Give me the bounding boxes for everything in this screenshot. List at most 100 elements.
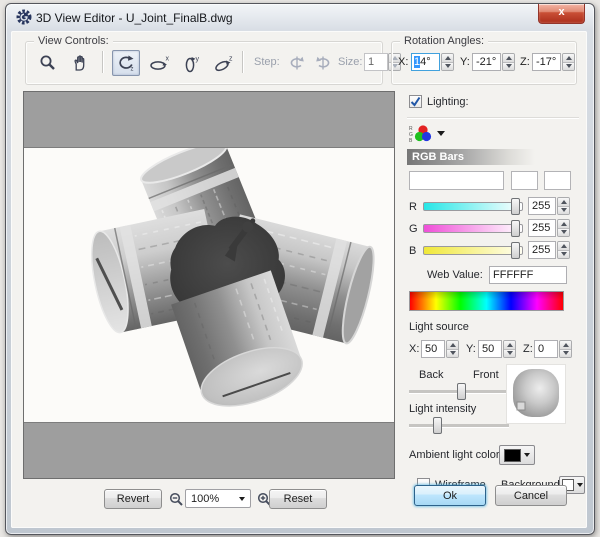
back-label: Back — [419, 369, 444, 381]
r-value-input[interactable] — [528, 197, 556, 215]
title-bar[interactable]: 3D View Editor - U_Joint_FinalB.dwg x — [6, 4, 594, 31]
r-spinner[interactable] — [557, 197, 570, 215]
color-swatch-main[interactable] — [409, 171, 504, 190]
rotation-z-spinner[interactable] — [562, 53, 575, 71]
r-slider-track[interactable] — [423, 202, 523, 211]
ambient-light-label: Ambient light color — [409, 449, 500, 461]
app-icon — [16, 9, 32, 25]
color-mode-dropdown[interactable]: R G B — [409, 123, 447, 146]
b-value-input[interactable] — [528, 241, 556, 259]
step-label: Step: — [254, 56, 280, 68]
svg-text:B: B — [409, 138, 413, 143]
color-swatch-tertiary[interactable] — [544, 171, 571, 190]
zoom-tool-button[interactable] — [34, 50, 62, 76]
free-rotate-button[interactable]: z — [112, 50, 140, 76]
intensity-slider-thumb[interactable] — [433, 417, 442, 434]
lighting-panel: Lighting: R G B RGB Bars R 255 G 255 B 2… — [407, 91, 585, 494]
zoom-out-button[interactable] — [167, 490, 185, 508]
b-channel-label: B — [409, 245, 417, 257]
rotate-y-button[interactable]: y — [178, 50, 206, 76]
magnifier-icon — [40, 55, 55, 70]
web-value-input[interactable] — [489, 266, 567, 284]
rotate-z-icon: z — [215, 55, 233, 71]
rotation-x-input[interactable]: 1 4° — [411, 53, 440, 71]
b-slider-track[interactable] — [423, 246, 523, 255]
zoom-level-combobox[interactable]: 100% — [185, 489, 251, 508]
r-slider-thumb[interactable] — [511, 198, 520, 215]
g-spinner[interactable] — [557, 219, 570, 237]
light-x-label: X: — [409, 343, 420, 355]
rotation-y-input[interactable] — [472, 53, 501, 71]
rotate-y-icon: y — [185, 56, 200, 72]
g-slider-track[interactable] — [423, 224, 523, 233]
light-z-input[interactable] — [534, 340, 558, 358]
svg-text:z: z — [131, 66, 134, 72]
b-spinner[interactable] — [557, 241, 570, 259]
ok-button[interactable]: Ok — [414, 485, 486, 506]
lighting-checkbox[interactable] — [409, 95, 422, 108]
separator — [407, 117, 579, 118]
b-slider-thumb[interactable] — [511, 242, 520, 259]
zoom-level-value: 100% — [191, 492, 220, 505]
hand-icon — [74, 55, 85, 71]
check-icon — [410, 96, 421, 107]
rotation-z-label: Z: — [520, 56, 530, 68]
view-controls-group: View Controls: z x y z Step: Size: 1 — [25, 35, 401, 85]
rotation-z-input[interactable] — [532, 53, 561, 71]
g-value-input[interactable] — [528, 219, 556, 237]
dialog-window: 3D View Editor - U_Joint_FinalB.dwg x Vi… — [5, 3, 595, 535]
close-icon: x — [558, 6, 565, 18]
free-rotate-icon: z — [119, 55, 134, 72]
viewport-canvas[interactable] — [24, 148, 394, 422]
pan-tool-button[interactable] — [66, 50, 94, 76]
rotation-x-spinner[interactable] — [441, 53, 454, 71]
light-y-label: Y: — [466, 343, 476, 355]
svg-text:z: z — [229, 55, 233, 62]
separator — [102, 51, 103, 73]
color-swatch-secondary[interactable] — [511, 171, 538, 190]
close-button[interactable]: x — [538, 4, 585, 24]
rotation-angles-group: Rotation Angles: X: 14° Y: Z: — [391, 35, 577, 85]
rotate-x-button[interactable]: x — [146, 50, 174, 76]
light-z-spinner[interactable] — [559, 340, 572, 358]
view-controls-label: View Controls: — [34, 35, 113, 47]
ambient-color-dropdown[interactable] — [499, 445, 535, 465]
rotation-y-label: Y: — [460, 56, 470, 68]
intensity-slider-track[interactable] — [409, 424, 509, 428]
chevron-down-icon — [576, 483, 583, 487]
size-input[interactable] — [364, 53, 388, 71]
viewport-letterbox-bottom — [24, 422, 394, 478]
lighting-label: Lighting: — [427, 96, 469, 108]
light-z-label: Z: — [523, 343, 533, 355]
rotation-x-rest-text: 4° — [420, 56, 431, 68]
light-y-spinner[interactable] — [503, 340, 516, 358]
hue-gradient-bar[interactable] — [409, 291, 564, 311]
rotation-y-spinner[interactable] — [502, 53, 515, 71]
rotate-x-icon: x — [150, 55, 170, 70]
g-slider-thumb[interactable] — [511, 220, 520, 237]
chevron-down-icon — [239, 496, 245, 501]
rgb-bars-header: RGB Bars — [407, 149, 535, 165]
light-y-input[interactable] — [478, 340, 502, 358]
reset-button[interactable]: Reset — [269, 489, 327, 509]
cancel-button[interactable]: Cancel — [495, 485, 567, 506]
light-preview-box[interactable] — [507, 365, 565, 423]
zoom-out-icon — [169, 492, 183, 506]
step-forward-icon — [316, 56, 330, 70]
light-intensity-label: Light intensity — [409, 403, 477, 415]
back-front-slider-thumb[interactable] — [457, 383, 466, 400]
step-back-button[interactable] — [284, 50, 310, 76]
step-back-icon — [290, 56, 304, 70]
chevron-down-icon — [437, 131, 445, 136]
revert-button[interactable]: Revert — [104, 489, 162, 509]
light-x-input[interactable] — [421, 340, 445, 358]
viewport-3d[interactable] — [23, 91, 395, 479]
viewport-letterbox-top — [24, 92, 394, 148]
light-preview-sphere — [513, 369, 559, 417]
rgb-colors-icon: R G B — [409, 125, 445, 144]
light-x-spinner[interactable] — [446, 340, 459, 358]
web-value-label: Web Value: — [427, 269, 483, 281]
rotate-z-button[interactable]: z — [210, 50, 238, 76]
chevron-down-icon — [524, 453, 530, 457]
step-forward-button[interactable] — [310, 50, 336, 76]
